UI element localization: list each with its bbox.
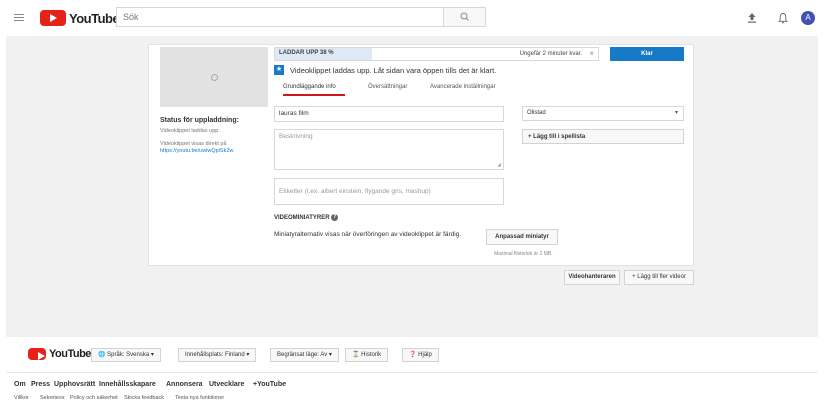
- add-more-videos-button[interactable]: + Lägg till fler videor: [624, 270, 694, 285]
- help-button[interactable]: ❓ Hjälp: [402, 348, 439, 362]
- top-bar: YouTube FI Sök A: [0, 0, 830, 36]
- active-tab-indicator: [283, 94, 345, 96]
- done-button[interactable]: Klar: [610, 47, 684, 61]
- eta-text: Ungefär 2 minuter kvar.: [519, 51, 582, 57]
- menu-icon[interactable]: [14, 14, 24, 23]
- custom-thumbnail-button[interactable]: Anpassad miniatyr: [486, 229, 558, 245]
- help-icon[interactable]: ?: [331, 214, 339, 221]
- video-preview: [160, 47, 268, 107]
- video-visible-text: Videoklippet visas direkt på: [160, 141, 227, 147]
- resize-handle-icon[interactable]: ◢: [497, 162, 501, 168]
- privacy-select[interactable]: Olistad ▾: [522, 106, 684, 121]
- footer-play-icon: [28, 348, 46, 360]
- thumbnails-heading: VIDEOMINIATYRER ?: [274, 214, 339, 222]
- footer-link-privacy[interactable]: Sekretess: [40, 395, 64, 401]
- footer-link-test-features[interactable]: Testa nya funktioner: [175, 395, 224, 401]
- history-button[interactable]: ⌛ Historik: [345, 348, 389, 362]
- video-manager-button[interactable]: Videohanteraren: [564, 270, 620, 285]
- globe-icon: 🌐: [98, 352, 106, 358]
- location-button[interactable]: Innehållsplats: Finland ▾: [178, 348, 257, 362]
- footer-link-terms[interactable]: Villkor: [14, 395, 29, 401]
- tab-translations[interactable]: Översättningar: [368, 84, 407, 90]
- footer-youtube-logo[interactable]: YouTube: [28, 348, 91, 360]
- footer-link-press[interactable]: Press: [31, 381, 50, 388]
- footer-link-creators[interactable]: Innehållsskapare: [99, 381, 156, 388]
- description-field[interactable]: Beskrivning ◢: [274, 129, 504, 170]
- add-to-playlist-button[interactable]: + Lägg till i spellista: [522, 129, 684, 144]
- footer-link-advertise[interactable]: Annonsera: [166, 381, 203, 388]
- upload-status-text: Videoklippet laddas upp.: [160, 128, 220, 134]
- star-icon: ★: [274, 65, 284, 75]
- upload-status-title: Status för uppladdning:: [160, 117, 239, 124]
- cancel-upload-icon[interactable]: ×: [589, 49, 594, 58]
- chevron-down-icon: ▾: [674, 110, 678, 116]
- avatar[interactable]: A: [801, 11, 815, 25]
- upload-progress-bar: LADDAR UPP 38 % Ungefär 2 minuter kvar. …: [274, 47, 599, 61]
- tab-basic-info[interactable]: Grundläggande info: [283, 84, 336, 90]
- footer-link-copyright[interactable]: Upphovsrätt: [54, 381, 95, 388]
- bell-icon[interactable]: [778, 12, 788, 24]
- footer-link-plus-youtube[interactable]: +YouTube: [253, 381, 286, 388]
- help-circle-icon: ❓: [409, 352, 417, 358]
- search-icon: [460, 12, 469, 21]
- footer-link-about[interactable]: Om: [14, 381, 26, 388]
- progress-label: LADDAR UPP 38 %: [279, 50, 334, 56]
- footer-link-policy[interactable]: Policy och säkerhet: [70, 395, 118, 401]
- search-button[interactable]: [443, 7, 486, 27]
- loading-spinner-icon: [211, 74, 218, 81]
- upload-notice: Videoklippet laddas upp. Låt sidan vara …: [290, 66, 497, 75]
- hourglass-icon: ⌛: [352, 352, 360, 358]
- language-button[interactable]: 🌐 Språk: Svenska ▾: [91, 348, 161, 362]
- search-input[interactable]: Sök: [116, 7, 486, 27]
- footer-link-developers[interactable]: Utvecklare: [209, 381, 244, 388]
- tab-advanced-settings[interactable]: Avancerade inställningar: [430, 84, 496, 90]
- max-file-size-text: Maximal filstorlek är 2 MB.: [494, 251, 553, 257]
- restricted-mode-button[interactable]: Begränsat läge: Av ▾: [270, 348, 339, 362]
- youtube-logo[interactable]: YouTube FI: [40, 10, 126, 26]
- footer-divider: [6, 372, 818, 373]
- video-link[interactable]: https://youtu.be/uwiwQpiSk2w: [160, 148, 233, 154]
- footer-link-feedback[interactable]: Skicka feedback: [124, 395, 164, 401]
- youtube-play-icon: [40, 10, 66, 26]
- upload-icon[interactable]: [747, 12, 757, 24]
- tags-field[interactable]: Etiketter (t.ex. albert einstein, flygan…: [274, 178, 504, 205]
- thumbnails-info: Miniatyralternativ visas när överföringe…: [274, 231, 462, 238]
- title-field[interactable]: lauras film: [274, 106, 504, 122]
